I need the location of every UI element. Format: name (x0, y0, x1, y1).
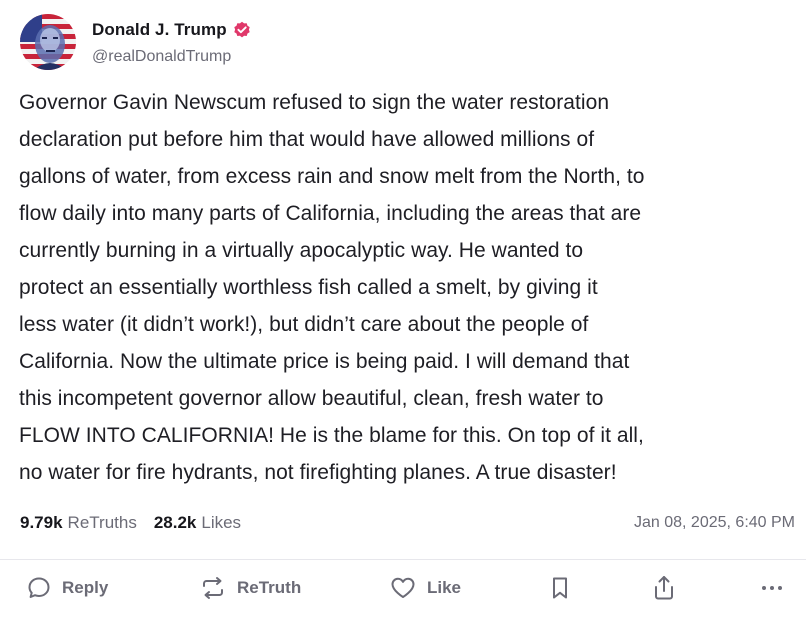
post-text: Governor Gavin Newscum refused to sign t… (19, 91, 645, 484)
retruth-button[interactable]: ReTruth (199, 566, 301, 610)
action-bar: Reply ReTruth Like (0, 566, 806, 610)
reply-icon (26, 575, 52, 601)
bookmark-button[interactable] (548, 566, 572, 610)
post-timestamp[interactable]: Jan 08, 2025, 6:40 PM (634, 514, 795, 532)
share-icon (651, 574, 677, 602)
retruth-label: ReTruth (237, 578, 302, 597)
heart-icon (389, 575, 417, 601)
author-names: Donald J. Trump @realDonaldTrump (92, 18, 251, 66)
likes-stat[interactable]: 28.2k Likes (154, 513, 241, 533)
retruth-icon (199, 575, 227, 601)
retruths-count: 9.79k (20, 513, 63, 532)
author-handle[interactable]: @realDonaldTrump (92, 48, 251, 66)
avatar-image (20, 14, 76, 70)
retruths-label: ReTruths (67, 513, 137, 532)
retruths-stat[interactable]: 9.79k ReTruths (20, 513, 137, 533)
display-name[interactable]: Donald J. Trump (92, 20, 227, 40)
verified-badge-icon (233, 21, 251, 39)
more-button[interactable] (759, 566, 785, 610)
more-icon (759, 575, 785, 601)
reply-button[interactable]: Reply (26, 566, 108, 610)
like-label: Like (427, 578, 462, 597)
like-button[interactable]: Like (389, 566, 461, 610)
post-card: Donald J. Trump @realDonaldTrump Governo… (0, 0, 806, 617)
divider (0, 559, 806, 560)
post-stats: 9.79k ReTruths 28.2k Likes Jan 08, 2025,… (20, 512, 795, 534)
name-row: Donald J. Trump (92, 18, 251, 42)
avatar[interactable] (20, 14, 76, 70)
post-header: Donald J. Trump @realDonaldTrump (20, 14, 251, 70)
reply-label: Reply (62, 578, 109, 597)
likes-label: Likes (201, 513, 242, 532)
bookmark-icon (548, 575, 572, 601)
share-button[interactable] (651, 566, 677, 610)
likes-count: 28.2k (153, 513, 197, 532)
